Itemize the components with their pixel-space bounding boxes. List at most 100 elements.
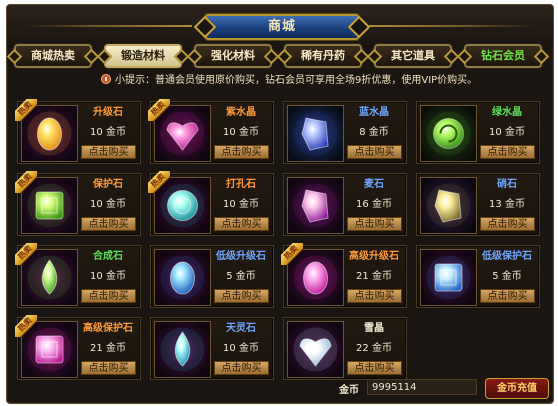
title-plate: 商城 bbox=[205, 14, 359, 40]
item-card: 蓝水晶 8 金币点击购买 bbox=[283, 101, 407, 164]
hot-sale-ribbon: 热卖 bbox=[15, 315, 37, 337]
item-name: 升级石 bbox=[93, 107, 123, 118]
violet-shard-gem-icon[interactable] bbox=[287, 177, 344, 234]
item-grid: 热卖 升级石 10 金币 点击购买 热卖 紫水晶 10 金币 点击购买 蓝水晶 8 金币 点击购买绿… bbox=[15, 99, 547, 380]
hot-sale-label: 热卖 bbox=[15, 171, 37, 193]
item-price: 10 金币 bbox=[223, 343, 259, 354]
gold-shard-gem-icon[interactable] bbox=[420, 177, 477, 234]
buy-button[interactable]: 点击购买 bbox=[214, 217, 269, 231]
item-name: 打孔石 bbox=[226, 179, 256, 190]
gold-label: 金币 bbox=[339, 385, 359, 396]
buy-button[interactable]: 点击购买 bbox=[347, 361, 402, 375]
item-name: 绿水晶 bbox=[492, 107, 522, 118]
tab-label: 锻造材料 bbox=[121, 49, 165, 62]
item-name: 麦石 bbox=[364, 179, 384, 190]
gold-balance: 9995114 bbox=[367, 379, 477, 395]
blue-crystal-gem-icon[interactable] bbox=[287, 105, 344, 162]
item-name: 蓝水晶 bbox=[359, 107, 389, 118]
hot-sale-ribbon: 热卖 bbox=[148, 171, 170, 193]
notice-text: 小提示：普通会员使用原价购买，钻石会员可享用全场9折优惠，使用VIP价购买。 bbox=[115, 75, 478, 86]
item-price: 10 金币 bbox=[223, 127, 259, 138]
white-heart-gem-icon[interactable] bbox=[287, 321, 344, 378]
tab-label: 钻石会员 bbox=[481, 49, 525, 62]
tab-label: 商城热卖 bbox=[31, 49, 75, 62]
hot-sale-ribbon: 热卖 bbox=[15, 171, 37, 193]
tab-label: 其它道具 bbox=[391, 49, 435, 62]
hot-sale-label: 热卖 bbox=[15, 243, 37, 265]
item-name: 雪晶 bbox=[364, 323, 384, 334]
hot-sale-ribbon: 热卖 bbox=[15, 99, 37, 121]
item-card: 雪晶 22 金币点击购买 bbox=[283, 317, 407, 380]
buy-button[interactable]: 点击购买 bbox=[81, 361, 136, 375]
buy-button[interactable]: 点击购买 bbox=[214, 145, 269, 159]
tab-forging-materials[interactable]: 锻造材料 bbox=[104, 44, 182, 68]
item-card: 热卖 高级保护石 21 金币点击购买 bbox=[15, 315, 141, 380]
buy-button[interactable]: 点击购买 bbox=[347, 289, 402, 303]
buy-button[interactable]: 点击购买 bbox=[480, 217, 535, 231]
item-price: 5 金币 bbox=[492, 271, 522, 282]
item-name: 保护石 bbox=[93, 179, 123, 190]
info-icon bbox=[101, 74, 111, 84]
hot-sale-label: 热卖 bbox=[15, 315, 37, 337]
tab-label: 稀有丹药 bbox=[301, 49, 345, 62]
item-card: 热卖 保护石 10 金币点击购买 bbox=[15, 171, 141, 236]
tab-other-items[interactable]: 其它道具 bbox=[374, 44, 452, 68]
item-price: 10 金币 bbox=[223, 199, 259, 210]
item-price: 8 金币 bbox=[359, 127, 389, 138]
tab-hot-sale[interactable]: 商城热卖 bbox=[14, 44, 92, 68]
tab-diamond-member[interactable]: 钻石会员 bbox=[464, 44, 542, 68]
buy-button[interactable]: 点击购买 bbox=[81, 217, 136, 231]
footer-bar: 金币 9995114 金币充值 bbox=[7, 377, 553, 403]
item-card: 绿水晶 10 金币 点击购买 bbox=[416, 101, 540, 164]
buy-button[interactable]: 点击购买 bbox=[347, 217, 402, 231]
item-price: 16 金币 bbox=[356, 199, 392, 210]
buy-button[interactable]: 点击购买 bbox=[81, 289, 136, 303]
item-card: 麦石 16 金币点击购买 bbox=[283, 173, 407, 236]
item-price: 22 金币 bbox=[356, 343, 392, 354]
hot-sale-ribbon: 热卖 bbox=[15, 243, 37, 265]
window-title: 商城 bbox=[267, 19, 296, 34]
hot-sale-ribbon: 热卖 bbox=[281, 243, 303, 265]
item-card: 热卖 打孔石 10 金币点击购买 bbox=[148, 171, 274, 236]
item-name: 高级升级石 bbox=[349, 251, 399, 262]
item-card: 热卖 升级石 10 金币点击购买 bbox=[15, 99, 141, 164]
item-card: 热卖 紫水晶 10 金币点击购买 bbox=[148, 99, 274, 164]
title-ornament-right bbox=[369, 25, 534, 27]
notice-bar: 小提示：普通会员使用原价购买，钻石会员可享用全场9折优惠，使用VIP价购买。 bbox=[101, 73, 477, 89]
item-name: 低级升级石 bbox=[216, 251, 266, 262]
hot-sale-label: 热卖 bbox=[15, 99, 37, 121]
buy-button[interactable]: 点击购买 bbox=[214, 361, 269, 375]
category-tabs: 商城热卖 锻造材料 强化材料 稀有丹药 其它道具 钻石会员 bbox=[7, 44, 553, 68]
green-spiral-gem-icon[interactable] bbox=[420, 105, 477, 162]
item-price: 10 金币 bbox=[90, 199, 126, 210]
item-name: 硝石 bbox=[497, 179, 517, 190]
item-price: 21 金币 bbox=[356, 271, 392, 282]
item-price: 10 金币 bbox=[90, 271, 126, 282]
tab-label: 强化材料 bbox=[211, 49, 255, 62]
recharge-button[interactable]: 金币充值 bbox=[485, 378, 549, 399]
item-name: 天灵石 bbox=[226, 323, 256, 334]
tab-enhance-materials[interactable]: 强化材料 bbox=[194, 44, 272, 68]
item-card: 热卖 合成石 10 金币点击购买 bbox=[15, 243, 141, 308]
item-card: 低级保护石 5 金币点击购买 bbox=[416, 245, 540, 308]
item-card: 低级升级石 5 金币点击购买 bbox=[150, 245, 274, 308]
item-price: 21 金币 bbox=[90, 343, 126, 354]
item-price: 5 金币 bbox=[226, 271, 256, 282]
buy-button[interactable]: 点击购买 bbox=[480, 289, 535, 303]
tab-rare-pills[interactable]: 稀有丹药 bbox=[284, 44, 362, 68]
blue-oval-gem-icon[interactable] bbox=[154, 249, 211, 306]
item-name: 低级保护石 bbox=[482, 251, 532, 262]
item-name: 紫水晶 bbox=[226, 107, 256, 118]
buy-button[interactable]: 点击购买 bbox=[347, 145, 402, 159]
item-name: 合成石 bbox=[93, 251, 123, 262]
item-price: 10 金币 bbox=[90, 127, 126, 138]
item-name: 高级保护石 bbox=[83, 323, 133, 334]
hot-sale-label: 热卖 bbox=[281, 243, 303, 265]
blue-square-gem-icon[interactable] bbox=[420, 249, 477, 306]
buy-button[interactable]: 点击购买 bbox=[214, 289, 269, 303]
hot-sale-label: 热卖 bbox=[148, 99, 170, 121]
buy-button[interactable]: 点击购买 bbox=[81, 145, 136, 159]
cyan-drop-gem-icon[interactable] bbox=[154, 321, 211, 378]
buy-button[interactable]: 点击购买 bbox=[480, 145, 535, 159]
item-card: 热卖 高级升级石 21 金币点击购买 bbox=[281, 243, 407, 308]
